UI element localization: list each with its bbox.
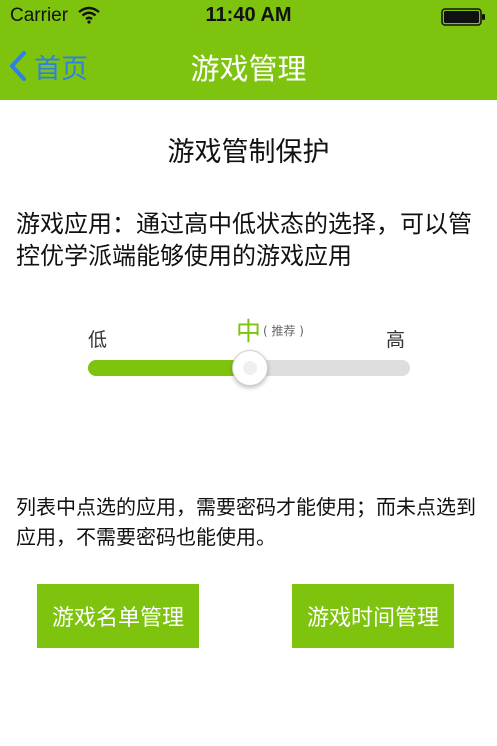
selection-note: 列表中点选的应用，需要密码才能使用；而未点选到应用，不需要密码也能使用。 [16, 495, 476, 549]
game-time-management-button[interactable]: 游戏时间管理 [292, 584, 454, 648]
description-text: 游戏应用：通过高中低状态的选择，可以管控优学派端能够使用的游戏应用 [16, 210, 472, 270]
page-title: 游戏管理 [190, 52, 307, 86]
level-mid-label: 中 [236, 317, 262, 346]
game-management-screen: Carrier 11:40 AM 首页 游戏管理 游戏管制保护 游戏应用：通过高… [0, 0, 497, 746]
header: Carrier 11:40 AM 首页 游戏管理 [0, 0, 497, 100]
game-list-management-button[interactable]: 游戏名单管理 [37, 584, 199, 648]
slider-thumb[interactable] [232, 350, 268, 386]
navigation-bar: 首页 游戏管理 [0, 32, 497, 100]
section-title: 游戏管制保护 [167, 137, 330, 168]
slider-thumb-center [243, 361, 257, 375]
slider-fill [88, 360, 249, 376]
recommended-note: ( 推荐 ) [263, 324, 304, 338]
protection-level-slider[interactable] [88, 348, 410, 388]
battery-icon [441, 8, 485, 26]
status-bar: Carrier 11:40 AM [0, 0, 497, 32]
clock: 11:40 AM [205, 4, 292, 26]
